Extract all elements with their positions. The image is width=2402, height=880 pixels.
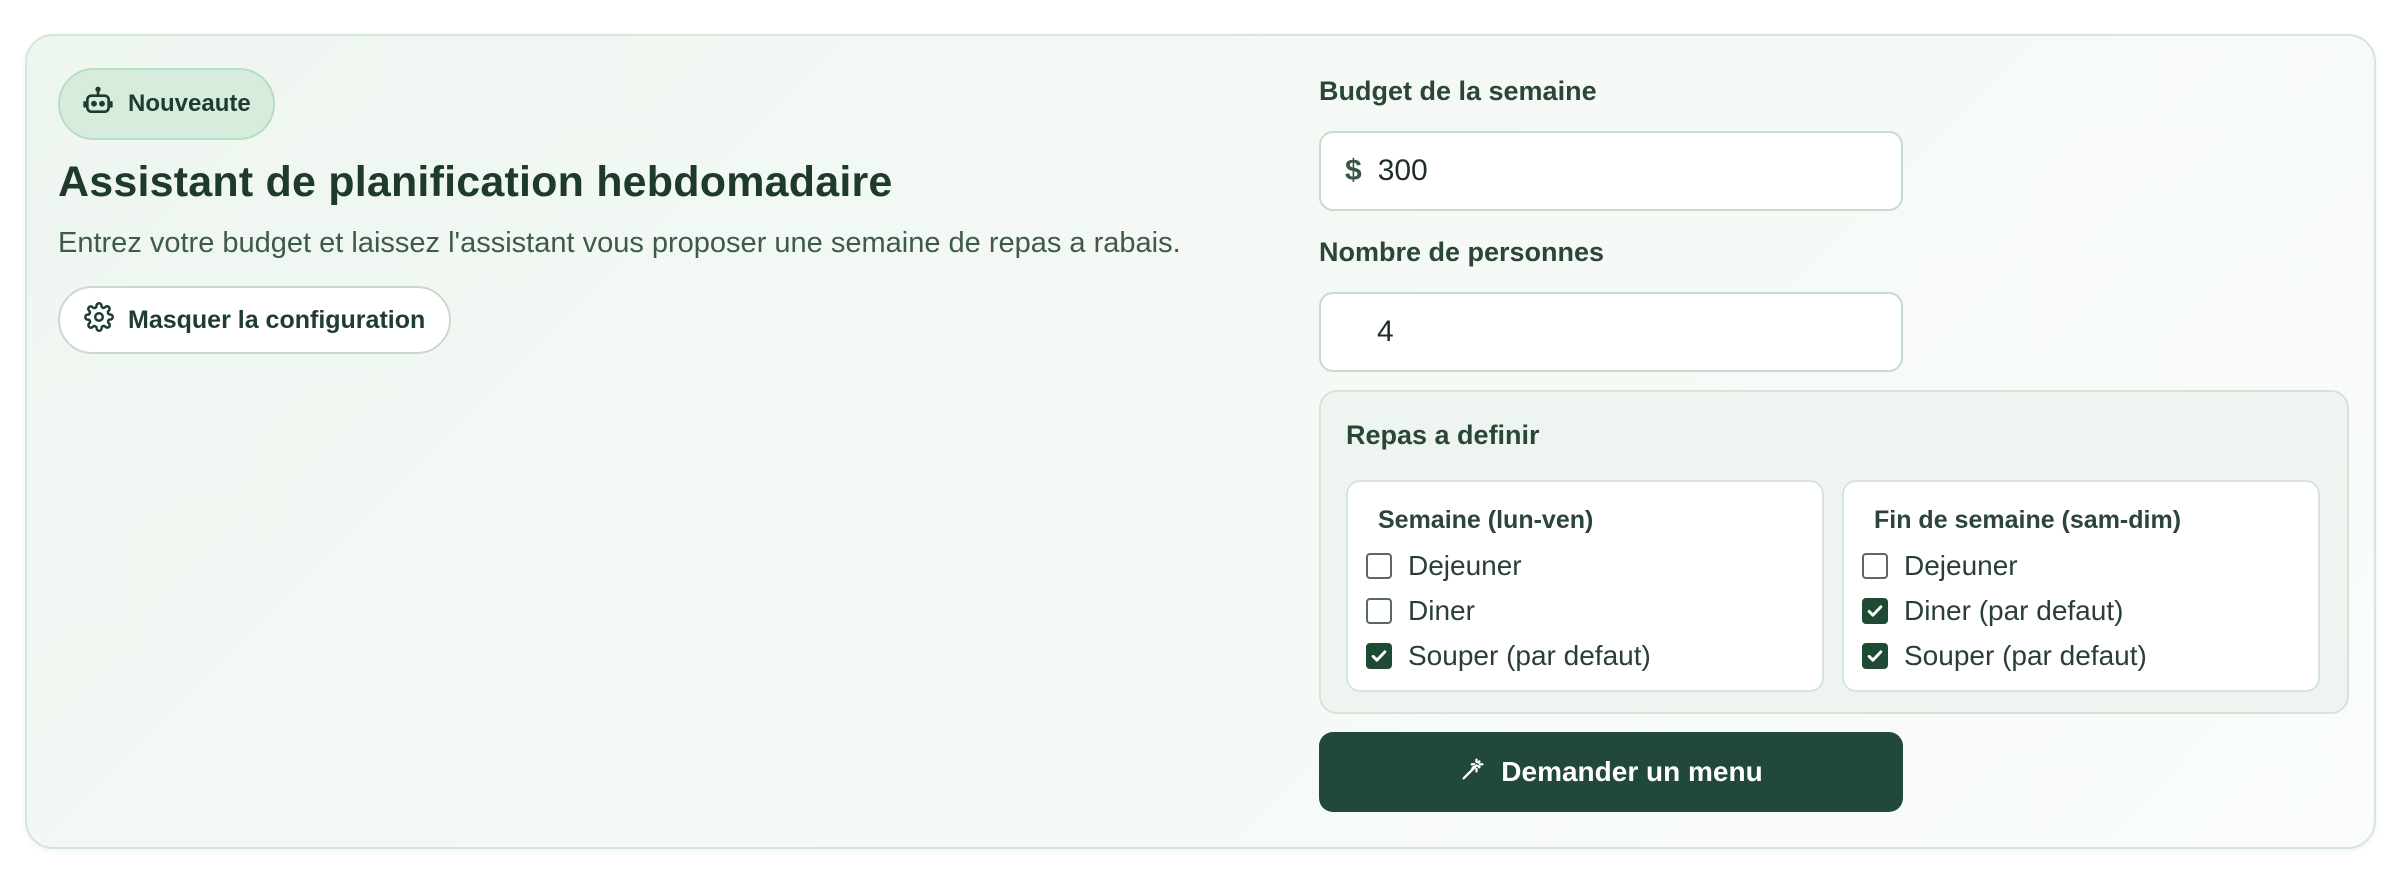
weekday-option-dejeuner[interactable]: Dejeuner	[1366, 543, 1804, 588]
option-label: Diner (par defaut)	[1904, 594, 2124, 626]
weekday-title: Semaine (lun-ven)	[1378, 506, 1594, 534]
weekend-group: Fin de semaine (sam-dim) Dejeuner Diner …	[1842, 480, 2320, 692]
new-badge: Nouveaute	[58, 68, 275, 140]
check-icon	[1867, 604, 1883, 617]
budget-input[interactable]	[1377, 154, 1778, 188]
checkbox-checked[interactable]	[1862, 597, 1888, 624]
budget-label: Budget de la semaine	[1319, 76, 1597, 106]
budget-field[interactable]: $	[1319, 131, 1903, 211]
meals-panel: Repas a definir Semaine (lun-ven) Dejeun…	[1319, 390, 2349, 714]
currency-symbol: $	[1345, 154, 1362, 187]
meals-title: Repas a definir	[1346, 420, 1540, 450]
robot-icon	[82, 85, 114, 124]
request-menu-label: Demander un menu	[1501, 756, 1763, 787]
page-title: Assistant de planification hebdomadaire	[58, 158, 893, 206]
weekday-option-diner[interactable]: Diner	[1366, 588, 1804, 633]
checkbox[interactable]	[1366, 597, 1392, 624]
checkbox[interactable]	[1862, 552, 1888, 579]
weekend-option-souper[interactable]: Souper (par defaut)	[1862, 633, 2300, 678]
magic-wand-icon	[1459, 755, 1487, 790]
config-form: Budget de la semaine $ Nombre de personn…	[1319, 76, 2359, 812]
badge-label: Nouveaute	[128, 90, 251, 117]
weekend-title: Fin de semaine (sam-dim)	[1874, 506, 2182, 534]
weekend-option-diner[interactable]: Diner (par defaut)	[1862, 588, 2300, 633]
people-input[interactable]	[1377, 315, 1777, 349]
people-field[interactable]	[1319, 292, 1903, 372]
check-icon	[1867, 649, 1883, 662]
weekend-option-dejeuner[interactable]: Dejeuner	[1862, 543, 2300, 588]
assistant-card: Nouveaute Assistant de planification heb…	[25, 34, 2376, 849]
option-label: Souper (par defaut)	[1408, 639, 1651, 671]
option-label: Diner	[1408, 594, 1475, 626]
gear-icon	[84, 301, 114, 339]
intro-section: Nouveaute Assistant de planification heb…	[58, 68, 1258, 354]
weekday-option-souper[interactable]: Souper (par defaut)	[1366, 633, 1804, 678]
option-label: Dejeuner	[1408, 549, 1522, 581]
request-menu-button[interactable]: Demander un menu	[1319, 732, 1903, 812]
weekday-group: Semaine (lun-ven) Dejeuner Diner Souper …	[1346, 480, 1824, 692]
option-label: Dejeuner	[1904, 549, 2018, 581]
check-icon	[1371, 649, 1387, 662]
page-subtitle: Entrez votre budget et laissez l'assista…	[58, 227, 1181, 259]
checkbox-checked[interactable]	[1366, 642, 1392, 669]
toggle-config-button[interactable]: Masquer la configuration	[58, 286, 452, 354]
checkbox[interactable]	[1366, 552, 1392, 579]
toggle-config-label: Masquer la configuration	[128, 305, 426, 334]
people-label: Nombre de personnes	[1319, 237, 1605, 267]
option-label: Souper (par defaut)	[1904, 639, 2147, 671]
checkbox-checked[interactable]	[1862, 642, 1888, 669]
